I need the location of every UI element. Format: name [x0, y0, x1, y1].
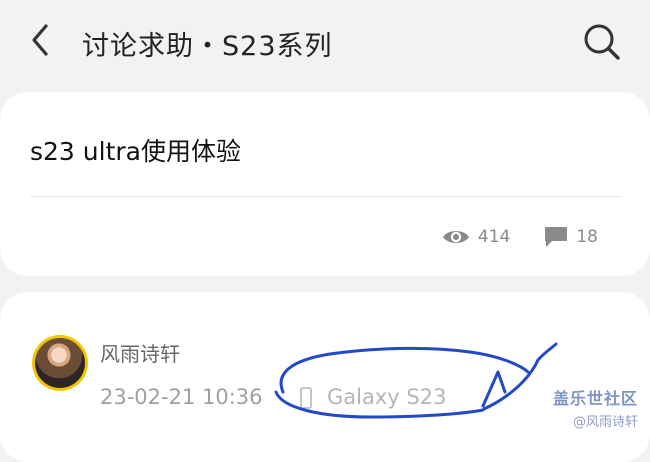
page-title: 讨论求助・S23系列 — [82, 31, 333, 62]
search-icon — [584, 24, 620, 60]
post-title[interactable]: s23 ultra使用体验 — [30, 132, 241, 168]
phone-icon — [300, 387, 312, 409]
back-button[interactable] — [22, 20, 62, 60]
avatar[interactable] — [32, 335, 88, 391]
comment-count-value: 18 — [576, 227, 598, 247]
reply-card: 风雨诗轩 23-02-21 10:36 Galaxy S23 — [0, 292, 650, 462]
watermark: 盖乐世社区 @风雨诗轩 — [553, 385, 638, 430]
avatar-image — [35, 338, 85, 388]
search-button[interactable] — [580, 20, 624, 64]
post-card[interactable]: s23 ultra使用体验 414 18 — [0, 92, 650, 276]
view-count: 414 — [442, 227, 510, 247]
post-stats: 414 18 — [442, 226, 598, 248]
comment-count[interactable]: 18 — [544, 226, 598, 248]
back-arrow-icon — [32, 24, 48, 56]
comment-icon — [545, 227, 568, 247]
reply-timestamp: 23-02-21 10:36 — [100, 385, 263, 409]
device-model: Galaxy S23 — [327, 385, 447, 409]
author-name[interactable]: 风雨诗轩 — [100, 338, 180, 367]
watermark-user: @风雨诗轩 — [572, 415, 638, 430]
divider — [30, 196, 622, 197]
top-bar: 讨论求助・S23系列 — [0, 0, 650, 84]
view-count-value: 414 — [477, 227, 511, 247]
watermark-brand: 盖乐世社区 — [552, 389, 638, 408]
eye-icon — [442, 231, 469, 243]
